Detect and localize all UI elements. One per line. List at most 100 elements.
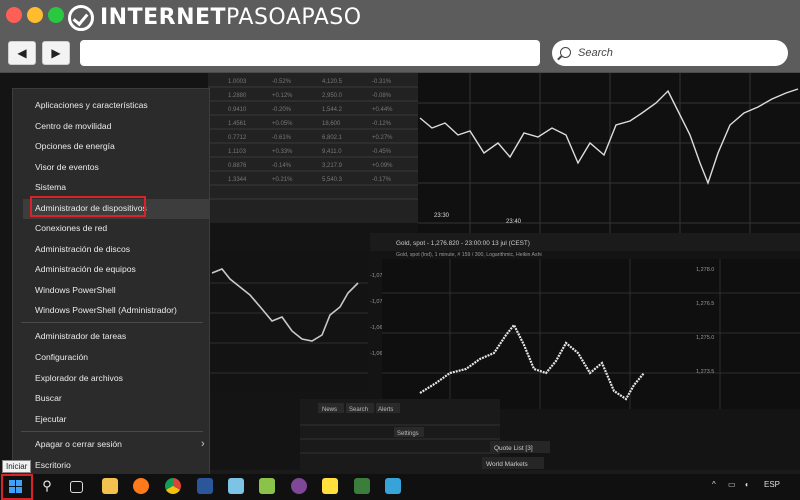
svg-text:1,275.0: 1,275.0 [696, 335, 714, 341]
menu-item-desktop[interactable]: Escritorio [35, 460, 71, 470]
browser-toolbar: ◀ ▶ Search [0, 36, 800, 73]
svg-text:9,411.0: 9,411.0 [322, 149, 342, 155]
svg-text:-0.12%: -0.12% [372, 121, 392, 127]
menu-separator [21, 322, 203, 323]
menu-item-shutdown-signout[interactable]: Apagar o cerrar sesión [35, 439, 122, 449]
minimize-window-button[interactable] [27, 7, 43, 23]
close-window-button[interactable] [6, 7, 22, 23]
menu-item-run[interactable]: Ejecutar [35, 414, 67, 424]
search-icon [560, 47, 571, 58]
menu-item-computer-management[interactable]: Administración de equipos [35, 264, 136, 274]
svg-text:1,276.5: 1,276.5 [696, 301, 714, 307]
file-explorer-icon[interactable] [102, 478, 118, 494]
svg-text:News: News [322, 407, 337, 413]
svg-text:Settings: Settings [397, 431, 419, 437]
menu-item-powershell[interactable]: Windows PowerShell [35, 285, 116, 295]
svg-text:+0.33%: +0.33% [272, 149, 293, 155]
svg-text:1,544.2: 1,544.2 [322, 107, 343, 113]
svg-text:1,278.0: 1,278.0 [696, 267, 714, 273]
svg-text:23:40: 23:40 [506, 219, 522, 225]
svg-text:+0.27%: +0.27% [372, 135, 393, 141]
network-icon[interactable]: ▭ [728, 480, 736, 489]
menu-item-disk-management[interactable]: Administración de discos [35, 244, 130, 254]
menu-item-apps-features[interactable]: Aplicaciones y características [35, 100, 148, 110]
svg-text:1.1103: 1.1103 [228, 149, 247, 155]
maximize-window-button[interactable] [48, 7, 64, 23]
menu-item-power-options[interactable]: Opciones de energía [35, 141, 115, 151]
title-bar: INTERNETPASOAPASO [0, 0, 800, 36]
paint-icon[interactable] [228, 478, 244, 494]
back-arrow-icon: ◀ [17, 46, 27, 60]
svg-text:+0.05%: +0.05% [272, 121, 293, 127]
menu-item-task-manager[interactable]: Administrador de tareas [35, 331, 126, 341]
svg-text:1.3344: 1.3344 [228, 177, 247, 183]
chevron-up-icon[interactable]: ^ [712, 480, 716, 489]
svg-text:-0.52%: -0.52% [272, 79, 292, 85]
volume-icon[interactable]: ◖ [744, 480, 749, 489]
svg-text:18,600: 18,600 [322, 121, 341, 127]
word-icon[interactable] [197, 478, 213, 494]
svg-text:1.2880: 1.2880 [228, 93, 247, 99]
chevron-right-icon: › [201, 438, 205, 450]
search-placeholder: Search [578, 47, 613, 59]
svg-text:3,217.9: 3,217.9 [322, 163, 343, 169]
svg-text:-0.61%: -0.61% [272, 135, 292, 141]
svg-text:-0.31%: -0.31% [372, 79, 392, 85]
svg-text:-0.20%: -0.20% [272, 107, 292, 113]
menu-item-powershell-admin[interactable]: Windows PowerShell (Administrador) [35, 305, 177, 315]
svg-text:0.8876: 0.8876 [228, 163, 247, 169]
svg-text:0.9410: 0.9410 [228, 107, 247, 113]
svg-text:World Markets: World Markets [486, 461, 529, 468]
search-box[interactable]: Search [552, 40, 788, 66]
svg-text:Quote List [3]: Quote List [3] [494, 445, 533, 452]
highlight-box [30, 196, 146, 217]
forward-button[interactable]: ▶ [42, 41, 70, 65]
menu-item-network-connections[interactable]: Conexiones de red [35, 223, 107, 233]
firefox-icon[interactable] [133, 478, 149, 494]
chrome-icon[interactable] [165, 478, 181, 494]
svg-text:Gold, spot (Ind), 1 minute, #: Gold, spot (Ind), 1 minute, # 159 / 300,… [396, 252, 542, 258]
svg-text:2,950.0: 2,950.0 [322, 93, 343, 99]
tor-icon[interactable] [291, 478, 307, 494]
svg-text:-0.14%: -0.14% [272, 163, 292, 169]
brand-prefix: INTERNET [100, 5, 227, 30]
notepad-icon[interactable] [259, 478, 275, 494]
svg-text:1.0003: 1.0003 [228, 79, 247, 85]
sticky-notes-icon[interactable] [322, 478, 338, 494]
svg-text:-0.08%: -0.08% [372, 93, 392, 99]
address-bar[interactable] [80, 40, 540, 66]
svg-text:-0.45%: -0.45% [372, 149, 392, 155]
svg-text:Alerts: Alerts [378, 407, 393, 413]
taskbar: ⚲ [0, 474, 800, 500]
svg-text:Gold, spot - 1,276.820 - 23:00: Gold, spot - 1,276.820 - 23:00:00 13 jul… [396, 240, 530, 247]
winx-context-menu: Aplicaciones y características Centro de… [12, 88, 210, 478]
svg-text:+0.21%: +0.21% [272, 177, 293, 183]
back-button[interactable]: ◀ [8, 41, 36, 65]
start-tooltip: Iniciar [2, 460, 32, 473]
menu-item-event-viewer[interactable]: Visor de eventos [35, 162, 99, 172]
menu-item-system[interactable]: Sistema [35, 182, 66, 192]
menu-item-settings[interactable]: Configuración [35, 352, 88, 362]
menu-item-file-explorer[interactable]: Explorador de archivos [35, 373, 123, 383]
search-icon[interactable]: ⚲ [39, 478, 55, 494]
svg-text:23:30: 23:30 [434, 213, 450, 219]
svg-text:1.4561: 1.4561 [228, 121, 247, 127]
task-view-icon[interactable] [70, 481, 83, 493]
svg-text:Search: Search [349, 407, 368, 413]
language-indicator[interactable]: ESP [764, 480, 780, 489]
svg-text:5,540.3: 5,540.3 [322, 177, 343, 183]
svg-text:+0.44%: +0.44% [372, 107, 393, 113]
app-icon[interactable] [385, 478, 401, 494]
brand-logo: INTERNETPASOAPASO [68, 4, 362, 32]
svg-text:+0.12%: +0.12% [272, 93, 293, 99]
checkmark-logo-icon [68, 5, 94, 31]
menu-item-search[interactable]: Buscar [35, 393, 62, 403]
forward-arrow-icon: ▶ [51, 46, 61, 60]
svg-text:1,273.5: 1,273.5 [696, 369, 714, 375]
menu-separator [21, 431, 203, 432]
menu-item-mobility-center[interactable]: Centro de movilidad [35, 121, 111, 131]
start-button-highlight [1, 474, 33, 500]
app-icon[interactable] [354, 478, 370, 494]
svg-text:4,120.5: 4,120.5 [322, 79, 343, 85]
svg-text:+0.09%: +0.09% [372, 163, 393, 169]
